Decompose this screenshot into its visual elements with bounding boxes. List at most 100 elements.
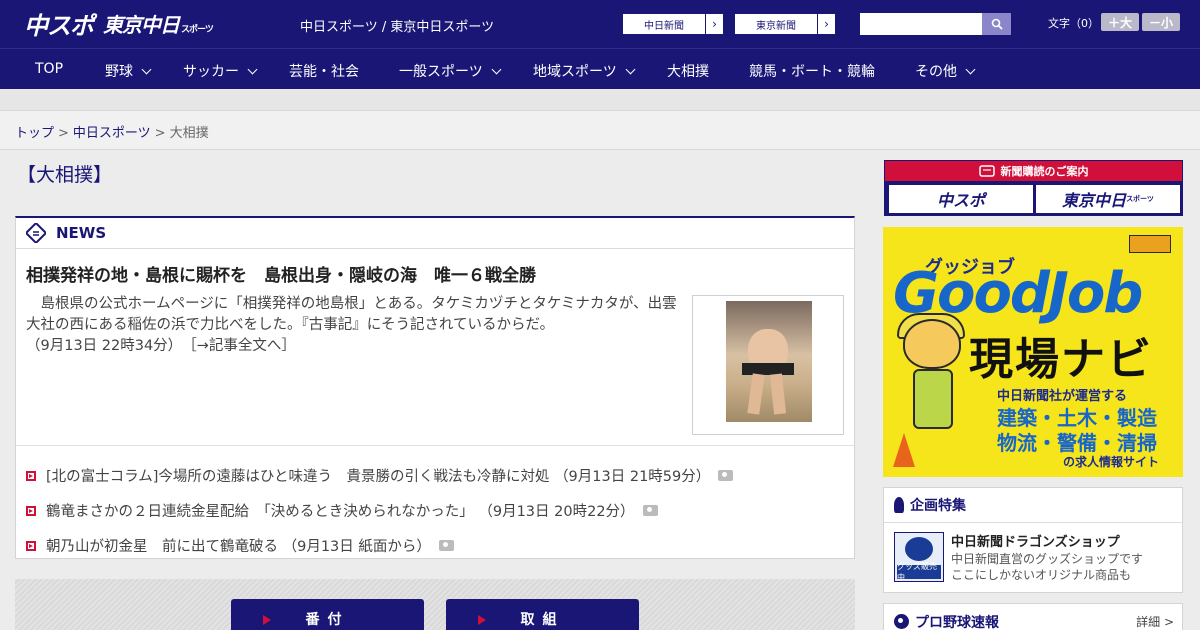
tokyo-chunichi-logo-text: 東京中日 <box>103 12 180 37</box>
nav-item-entertainment[interactable]: 芸能・社会 <box>289 61 359 81</box>
tab-banzuke[interactable]: 番付 <box>231 599 424 630</box>
tokyo-shimbun-link[interactable]: 東京新聞 › <box>734 13 836 35</box>
breadcrumb-separator: > <box>58 126 69 141</box>
baseball-header: プロ野球速報 詳細 > <box>884 604 1182 630</box>
nav-item-regional-sports[interactable]: 地域スポーツ <box>533 61 636 81</box>
mawashi-shape <box>742 363 794 375</box>
news-header: NEWS <box>16 218 854 249</box>
baseball-scores-box: プロ野球速報 詳細 > <box>883 603 1183 630</box>
search-button[interactable] <box>982 13 1011 35</box>
nav-item-soccer[interactable]: サッカー <box>183 61 258 81</box>
feature-title: 企画特集 <box>910 498 966 514</box>
truck-icon <box>1129 235 1171 253</box>
camera-icon <box>642 505 658 516</box>
tokyo-chunichi-logo-sub: スポーツ <box>181 24 214 35</box>
newspaper-icon <box>978 165 995 177</box>
shop-title[interactable]: 中日新聞ドラゴンズショップ <box>951 531 1120 550</box>
nav-item-baseball[interactable]: 野球 <box>105 61 152 81</box>
camera-icon <box>718 470 734 481</box>
breadcrumb-chunichi-sports[interactable]: 中日スポーツ <box>73 126 151 141</box>
search-input[interactable] <box>860 13 982 35</box>
tokyo-chunichi-logo[interactable]: 東京中日 スポーツ <box>103 9 214 38</box>
chevron-down-icon <box>625 64 636 74</box>
nav-item-label: サッカー <box>183 64 239 80</box>
subscription-title-text: 新聞購読のご案内 <box>1000 165 1089 178</box>
breadcrumb-bar: トップ > 中日スポーツ > 大相撲 <box>0 111 1200 150</box>
chuspo-logo[interactable]: 中スポ <box>24 6 94 41</box>
breadcrumb-top[interactable]: トップ <box>15 126 54 141</box>
leg-shape <box>747 373 765 415</box>
play-icon <box>263 615 271 625</box>
subscribe-tokyo-chunichi-text: 東京中日 <box>1062 191 1127 210</box>
top-story-lead: 島根県の公式ホームページに「相撲発祥の地島根」とある。タケミカヅチとタケミナカタ… <box>26 294 686 357</box>
subscribe-tokyo-chunichi-button[interactable]: 東京中日 スポーツ <box>1036 185 1180 213</box>
font-larger-button[interactable]: ＋大 <box>1101 13 1139 31</box>
shop-desc-line: ここにしかないオリジナル商品も <box>951 568 1132 582</box>
nav-item-sumo[interactable]: 大相撲 <box>667 61 709 81</box>
breadcrumb: トップ > 中日スポーツ > 大相撲 <box>15 122 209 141</box>
breadcrumb-separator: > <box>154 126 166 141</box>
play-bullet-icon <box>26 470 36 481</box>
chunichi-shimbun-link[interactable]: 中日新聞 › <box>622 13 724 35</box>
nav-item-top[interactable]: TOP <box>35 61 63 77</box>
breadcrumb-current: 大相撲 <box>169 126 209 141</box>
nav-item-other[interactable]: その他 <box>915 61 976 81</box>
dragons-shop-icon[interactable]: グッズ販売中 <box>894 532 944 582</box>
baseball-more-link[interactable]: 詳細 > <box>1136 613 1174 630</box>
list-item[interactable]: 鶴竜まさかの２日連続金星配給 「決めるとき決められなかった」 （9月13日 20… <box>26 493 846 528</box>
list-item[interactable]: [北の富士コラム]今場所の遠藤はひと味違う 貴景勝の引く戦法も冷静に対処 （9月… <box>26 458 846 493</box>
nav-item-label: 大相撲 <box>667 64 709 80</box>
tab-area-background <box>15 579 855 630</box>
baseball-title: プロ野球速報 <box>915 614 999 630</box>
news-panel: NEWS 相撲発祥の地・島根に賜杯を 島根出身・隠岐の海 唯一６戦全勝 島根県の… <box>15 216 855 559</box>
news-item-time: （9月13日 紙面から） <box>282 539 431 555</box>
newspaper-icon <box>26 223 46 243</box>
play-bullet-icon <box>26 540 36 551</box>
news-item-title[interactable]: 朝乃山が初金星 前に出て鶴竜破る <box>46 535 278 556</box>
ribbon-icon <box>894 497 904 513</box>
list-item[interactable]: 朝乃山が初金星 前に出て鶴竜破る （9月13日 紙面から） <box>26 528 846 563</box>
subscribe-chuspo-button[interactable]: 中スポ <box>889 185 1033 213</box>
play-bullet-icon <box>26 505 36 516</box>
nav-item-racing[interactable]: 競馬・ボート・競輪 <box>749 61 875 81</box>
nav-item-general-sports[interactable]: 一般スポーツ <box>399 61 502 81</box>
top-story-thumbnail[interactable] <box>692 295 844 435</box>
nav-item-label: その他 <box>915 64 957 80</box>
divider <box>16 445 854 446</box>
leg-shape <box>769 373 787 415</box>
font-smaller-button[interactable]: －小 <box>1142 13 1180 31</box>
traffic-cone-icon <box>893 433 915 467</box>
tokyo-shimbun-link-label: 東京新聞 <box>756 20 796 32</box>
site-logo[interactable]: 中スポ 東京中日 スポーツ <box>24 6 214 41</box>
chunichi-shimbun-link-label: 中日新聞 <box>644 20 684 32</box>
chevron-right-icon: › <box>817 14 835 34</box>
shop-desc-line: 中日新聞直営のグッズショップです <box>951 552 1144 566</box>
chevron-down-icon <box>491 64 502 74</box>
subscription-title[interactable]: 新聞購読のご案内 <box>885 161 1182 181</box>
top-story-lead-text: 島根県の公式ホームページに「相撲発祥の地島根」とある。タケミカヅチとタケミナカタ… <box>26 296 677 333</box>
subscribe-tokyo-chunichi-sub: スポーツ <box>1126 195 1154 203</box>
ad-footer: の求人情報サイト <box>1063 455 1160 469</box>
news-item-title[interactable]: [北の富士コラム]今場所の遠藤はひと味違う 貴景勝の引く戦法も冷静に対処 <box>46 465 549 486</box>
news-item-time: （9月13日 21時59分） <box>554 469 711 485</box>
chevron-down-icon <box>965 64 976 74</box>
site-header: 中スポ 東京中日 スポーツ 中日スポーツ / 東京中日スポーツ 中日新聞 › 東京… <box>0 0 1200 48</box>
top-story-headline[interactable]: 相撲発祥の地・島根に賜杯を 島根出身・隠岐の海 唯一６戦全勝 <box>26 261 536 286</box>
goods-tag: グッズ販売中 <box>897 562 941 582</box>
news-item-title[interactable]: 鶴竜まさかの２日連続金星配給 「決めるとき決められなかった」 <box>46 500 474 521</box>
goodjob-ad-banner[interactable]: グッジョブ GoodJob 現場ナビ 中日新聞社が運営する 建築・土木・製造 物… <box>883 227 1183 477</box>
tab-torikumi[interactable]: 取組 <box>446 599 639 630</box>
baseball-icon <box>894 614 909 629</box>
camera-icon <box>438 540 454 551</box>
font-size-label: 文字（0） <box>1048 17 1099 30</box>
sumo-photo <box>726 301 812 422</box>
nav-item-label: 競馬・ボート・競輪 <box>749 64 875 80</box>
site-name[interactable]: 中日スポーツ / 東京中日スポーツ <box>300 16 494 35</box>
ad-headline: 現場ナビ <box>969 334 1153 385</box>
chevron-right-icon: › <box>705 14 723 34</box>
news-list: [北の富士コラム]今場所の遠藤はひと味違う 貴景勝の引く戦法も冷静に対処 （9月… <box>26 458 846 563</box>
nav-item-label: 野球 <box>105 64 133 80</box>
nav-item-label: 地域スポーツ <box>533 64 617 80</box>
chevron-down-icon <box>141 64 152 74</box>
top-story-more-link[interactable]: ［→記事全文へ］ <box>189 338 295 354</box>
